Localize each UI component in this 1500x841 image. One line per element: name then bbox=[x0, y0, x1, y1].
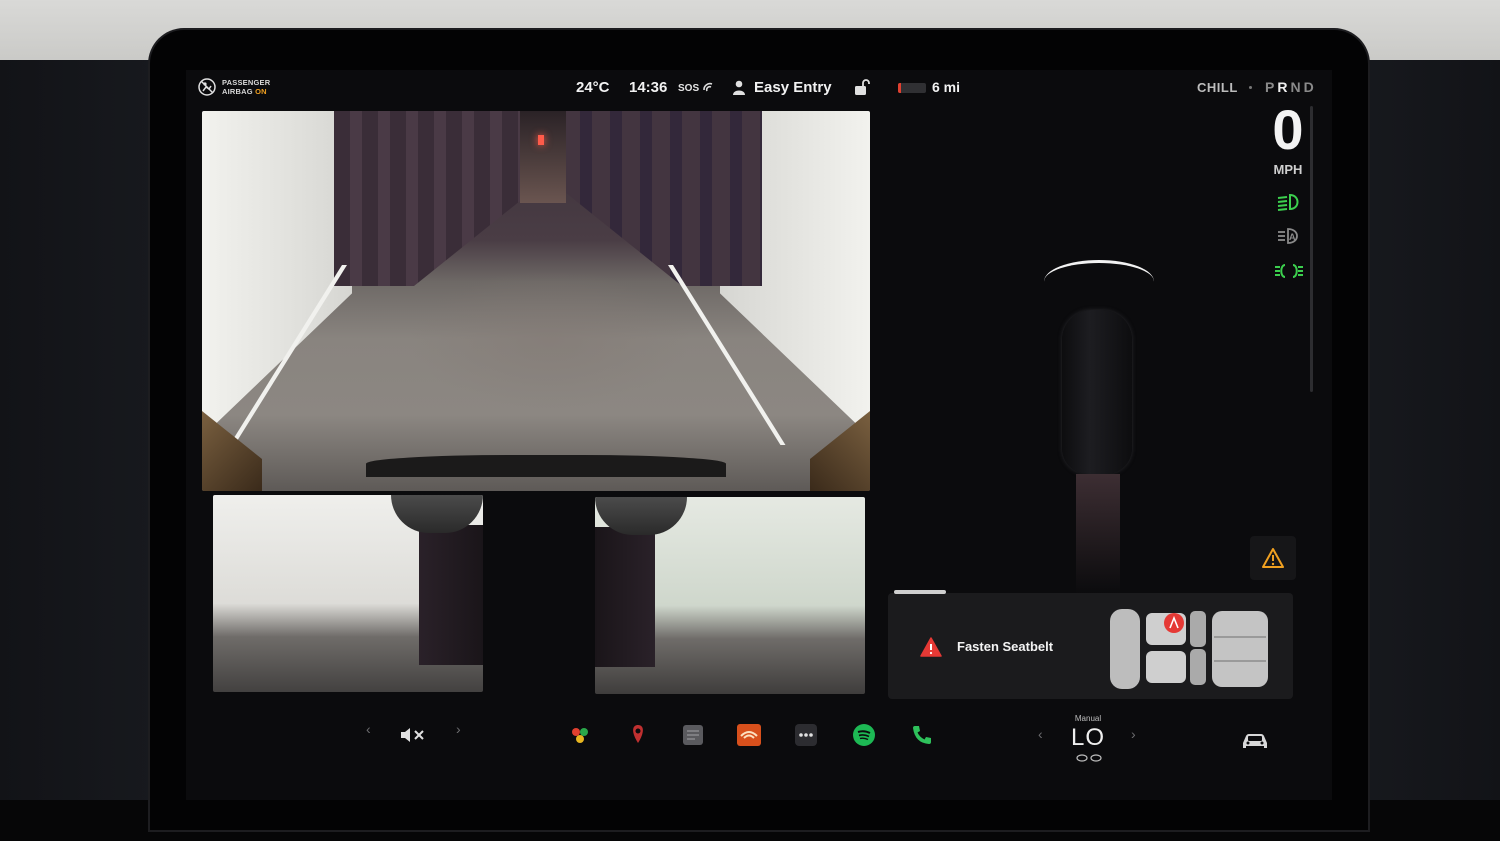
warning-button[interactable] bbox=[1250, 536, 1296, 580]
airbag-label: PASSENGER AIRBAG ON bbox=[222, 78, 270, 96]
seatbelt-alert-card[interactable]: Fasten Seatbelt bbox=[888, 590, 1293, 699]
gear-n: N bbox=[1290, 79, 1304, 95]
person-icon bbox=[733, 80, 745, 95]
spotify-icon bbox=[853, 724, 875, 746]
toybox-app[interactable] bbox=[566, 720, 594, 750]
panel-scrollbar[interactable] bbox=[1310, 106, 1313, 392]
airbag-label-line1: PASSENGER bbox=[222, 78, 271, 87]
gear-p: P bbox=[1265, 79, 1278, 95]
auto-high-beam-icon: A bbox=[1278, 228, 1298, 244]
passenger-airbag-indicator: PASSENGER AIRBAG ON bbox=[198, 78, 270, 96]
volume-prev-chevron[interactable]: ‹ bbox=[366, 721, 371, 737]
parking-lights-icon bbox=[1275, 264, 1303, 278]
curtain-left bbox=[334, 111, 534, 286]
floor-edge-left bbox=[202, 411, 262, 491]
alert-triangle-icon bbox=[920, 637, 942, 657]
speed-value: 0 bbox=[1272, 98, 1304, 161]
gear-d: D bbox=[1303, 79, 1317, 95]
floor-edge-right bbox=[810, 411, 870, 491]
airbag-icon bbox=[198, 78, 216, 96]
proximity-arc bbox=[1044, 260, 1154, 303]
car-top-view bbox=[1062, 310, 1132, 474]
climate-temperature[interactable]: LO bbox=[1056, 724, 1120, 752]
curtain-right bbox=[562, 111, 762, 286]
speed-unit: MPH bbox=[1273, 162, 1303, 177]
right-repeater-camera-view[interactable] bbox=[595, 497, 865, 694]
mute-icon bbox=[401, 728, 424, 742]
clock: 14:36 bbox=[629, 79, 668, 96]
drive-mode: CHILL bbox=[1197, 80, 1238, 95]
battery-level bbox=[898, 83, 901, 93]
svg-text:A: A bbox=[1289, 232, 1296, 242]
pillar-right bbox=[595, 527, 655, 667]
driver-profile-button[interactable]: Easy Entry bbox=[732, 79, 832, 96]
gear-r: R bbox=[1277, 79, 1291, 95]
alert-message: Fasten Seatbelt bbox=[957, 639, 1054, 654]
airbag-state: ON bbox=[255, 87, 267, 96]
gear-selector: PRND bbox=[1265, 79, 1317, 95]
sos-label: SOS bbox=[678, 83, 700, 94]
pillar-left bbox=[419, 525, 483, 665]
sos-signal-icon bbox=[703, 82, 713, 92]
seat-occupancy-map-icon bbox=[1110, 609, 1268, 689]
lock-button[interactable] bbox=[854, 79, 870, 102]
separator-dot bbox=[1249, 86, 1252, 89]
car-icon bbox=[1243, 734, 1267, 748]
seat-heater-icon[interactable] bbox=[1076, 754, 1102, 762]
rear-camera-view[interactable] bbox=[202, 111, 870, 491]
temp-up-chevron[interactable]: › bbox=[1131, 726, 1136, 742]
hallway bbox=[520, 111, 566, 203]
range-display: 6 mi bbox=[932, 79, 961, 95]
phone-icon bbox=[913, 726, 931, 744]
notes-app[interactable] bbox=[679, 720, 707, 750]
rear-bumper bbox=[366, 455, 726, 477]
touchscreen: PASSENGER AIRBAG ON 24°C 14:36 SOS Easy … bbox=[186, 70, 1332, 800]
alert-progress-bar bbox=[894, 590, 946, 594]
navigation-app[interactable] bbox=[624, 720, 652, 750]
more-apps-button[interactable] bbox=[792, 720, 820, 750]
volume-next-chevron[interactable]: › bbox=[456, 721, 461, 737]
outside-temperature: 24°C bbox=[576, 79, 610, 96]
car-controls-button[interactable] bbox=[1238, 726, 1272, 756]
left-repeater-camera-view[interactable] bbox=[213, 495, 483, 692]
notes-icon bbox=[683, 725, 703, 745]
sos-indicator[interactable]: SOS bbox=[678, 82, 714, 94]
status-bar: PASSENGER AIRBAG ON 24°C 14:36 SOS Easy … bbox=[186, 70, 1332, 108]
navigation-icon bbox=[633, 725, 643, 743]
vehicle-visualization bbox=[1036, 260, 1166, 594]
audible-icon bbox=[737, 724, 761, 746]
audible-app[interactable] bbox=[735, 720, 763, 750]
unlocked-icon bbox=[855, 79, 870, 95]
volume-button[interactable] bbox=[398, 720, 428, 750]
warning-triangle-icon bbox=[1262, 548, 1284, 568]
car-light-trail bbox=[1076, 474, 1120, 594]
phone-app[interactable] bbox=[908, 720, 936, 750]
temp-down-chevron[interactable]: ‹ bbox=[1038, 726, 1043, 742]
spotify-app[interactable] bbox=[850, 720, 878, 750]
profile-name: Easy Entry bbox=[754, 79, 832, 96]
hallway-light bbox=[538, 135, 544, 145]
low-beam-icon bbox=[1277, 193, 1299, 211]
more-icon bbox=[795, 724, 817, 746]
battery-indicator bbox=[898, 83, 926, 93]
climate-mode-label: Manual bbox=[1074, 714, 1102, 723]
airbag-label-line2: AIRBAG bbox=[222, 87, 253, 96]
toybox-icon bbox=[572, 728, 588, 743]
